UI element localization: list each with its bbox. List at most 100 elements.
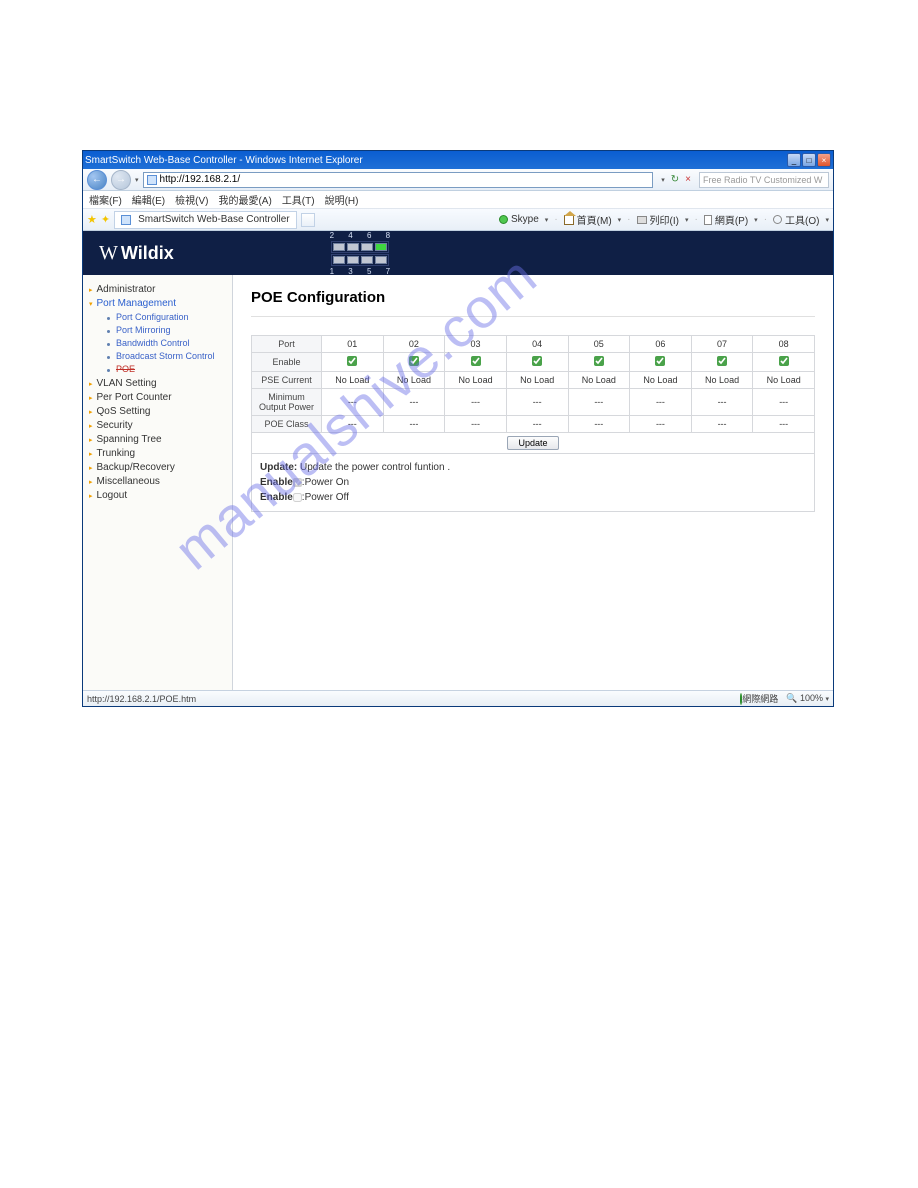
cell-value: --- [383, 416, 445, 433]
zoom-control[interactable]: 🔍 100% ▾ [786, 693, 829, 704]
port-led-1 [333, 256, 345, 264]
page-icon [704, 215, 712, 225]
sidebar-item-administrator[interactable]: ▸Administrator [89, 284, 228, 295]
menu-tools[interactable]: 工具(T) [282, 192, 315, 207]
nav-history-dropdown-icon[interactable]: ▾ [135, 176, 139, 184]
col-header: 07 [691, 336, 753, 353]
close-button[interactable]: × [817, 153, 831, 167]
home-icon [564, 215, 574, 225]
table-row-minout: Minimum Output Power --- --- --- --- ---… [252, 389, 815, 416]
table-row-port: Port 01 02 03 04 05 06 07 08 [252, 336, 815, 353]
browser-tab[interactable]: SmartSwitch Web-Base Controller [114, 211, 297, 229]
favorites-center-icon[interactable]: ✦ [101, 213, 110, 226]
enable-checkbox-05[interactable] [594, 356, 604, 366]
printer-icon [637, 216, 647, 224]
enable-checkbox-07[interactable] [717, 356, 727, 366]
tab-toolbar: ★ ✦ SmartSwitch Web-Base Controller Skyp… [83, 209, 833, 231]
notes-panel: Update: Update the power control funtion… [251, 454, 815, 512]
sidebar-sub-port-configuration[interactable]: Port Configuration [107, 312, 228, 322]
table-row-enable: Enable [252, 353, 815, 372]
status-text: http://192.168.2.1/POE.htm [87, 694, 196, 704]
app-content: W Wildix 2 4 6 8 [83, 231, 833, 690]
sidebar-item-logout[interactable]: ▸Logout [89, 490, 228, 501]
print-button[interactable]: 列印(I) [637, 212, 679, 227]
table-row-update: Update [252, 433, 815, 454]
note-enable-off-text: :Power Off [302, 492, 349, 503]
search-input[interactable]: Free Radio TV Customized W [699, 172, 829, 188]
enable-checkbox-04[interactable] [532, 356, 542, 366]
page-button[interactable]: 網頁(P) [704, 212, 748, 227]
search-placeholder: Free Radio TV Customized W [703, 175, 822, 185]
sidebar-item-backup[interactable]: ▸Backup/Recovery [89, 462, 228, 473]
skype-icon [499, 215, 508, 224]
cell-value: --- [568, 389, 630, 416]
url-text: http://192.168.2.1/ [160, 174, 241, 185]
cell-value: No Load [691, 372, 753, 389]
favorites-add-icon[interactable]: ★ [87, 213, 97, 226]
cell-value: --- [322, 416, 384, 433]
home-button[interactable]: 首頁(M) [564, 212, 612, 227]
cell-value: --- [568, 416, 630, 433]
cell-value: --- [753, 389, 815, 416]
sidebar-sub-poe[interactable]: POE [107, 364, 228, 374]
enable-checkbox-03[interactable] [471, 356, 481, 366]
minimize-button[interactable]: _ [787, 153, 801, 167]
stop-icon[interactable]: × [685, 174, 691, 185]
note-update-label: Update: [260, 462, 297, 473]
sidebar-item-per-port-counter[interactable]: ▸Per Port Counter [89, 392, 228, 403]
nav-toolbar: ← → ▾ http://192.168.2.1/ ▾ ↻ × Free Rad… [83, 169, 833, 191]
tools-button[interactable]: 工具(O) [773, 212, 819, 227]
poe-table: Port 01 02 03 04 05 06 07 08 Enable [251, 335, 815, 454]
maximize-button[interactable]: □ [802, 153, 816, 167]
row-label-pse: PSE Current [252, 372, 322, 389]
col-header: 01 [322, 336, 384, 353]
cell-value: --- [445, 389, 507, 416]
skype-button[interactable]: Skype [499, 214, 539, 225]
sidebar-item-port-management[interactable]: ▾Port Management [89, 298, 228, 309]
menu-edit[interactable]: 編輯(E) [132, 192, 165, 207]
col-header: 04 [506, 336, 568, 353]
note-enable-on-text: :Power On [302, 477, 349, 488]
menu-view[interactable]: 檢視(V) [175, 192, 208, 207]
enable-checkbox-06[interactable] [655, 356, 665, 366]
port-led-2 [333, 243, 345, 251]
cell-value: --- [445, 416, 507, 433]
port-led-5 [361, 256, 373, 264]
refresh-icon[interactable]: ↻ [671, 174, 679, 185]
cell-value: --- [630, 389, 692, 416]
sidebar-item-misc[interactable]: ▸Miscellaneous [89, 476, 228, 487]
sidebar-item-security[interactable]: ▸Security [89, 420, 228, 431]
menu-help[interactable]: 說明(H) [325, 192, 359, 207]
sidebar-sub-broadcast-storm[interactable]: Broadcast Storm Control [107, 351, 228, 361]
url-dropdown-icon[interactable]: ▾ [661, 176, 665, 184]
browser-window: SmartSwitch Web-Base Controller - Window… [82, 150, 834, 707]
cell-value: No Load [445, 372, 507, 389]
port-led-4 [347, 243, 359, 251]
gear-icon [773, 215, 782, 224]
enable-checkbox-08[interactable] [779, 356, 789, 366]
sidebar: ▸Administrator ▾Port Management Port Con… [83, 275, 233, 690]
menu-favorites[interactable]: 我的最愛(A) [218, 192, 271, 207]
cell-value: No Load [568, 372, 630, 389]
enable-checkbox-01[interactable] [347, 356, 357, 366]
menu-file[interactable]: 檔案(F) [89, 192, 122, 207]
col-header: 08 [753, 336, 815, 353]
enable-checkbox-02[interactable] [409, 356, 419, 366]
page-title: POE Configuration [251, 289, 815, 306]
note-update-text: Update the power control funtion . [297, 462, 450, 473]
forward-button[interactable]: → [111, 170, 131, 190]
update-button[interactable]: Update [507, 436, 558, 450]
new-tab-button[interactable] [301, 213, 315, 227]
sidebar-item-trunking[interactable]: ▸Trunking [89, 448, 228, 459]
address-bar[interactable]: http://192.168.2.1/ [143, 172, 654, 188]
col-header: 06 [630, 336, 692, 353]
sidebar-sub-bandwidth-control[interactable]: Bandwidth Control [107, 338, 228, 348]
port-led-8 [375, 243, 387, 251]
sidebar-item-qos[interactable]: ▸QoS Setting [89, 406, 228, 417]
cell-value: --- [630, 416, 692, 433]
row-label-minout: Minimum Output Power [252, 389, 322, 416]
back-button[interactable]: ← [87, 170, 107, 190]
sidebar-item-spanning-tree[interactable]: ▸Spanning Tree [89, 434, 228, 445]
sidebar-sub-port-mirroring[interactable]: Port Mirroring [107, 325, 228, 335]
sidebar-item-vlan[interactable]: ▸VLAN Setting [89, 378, 228, 389]
